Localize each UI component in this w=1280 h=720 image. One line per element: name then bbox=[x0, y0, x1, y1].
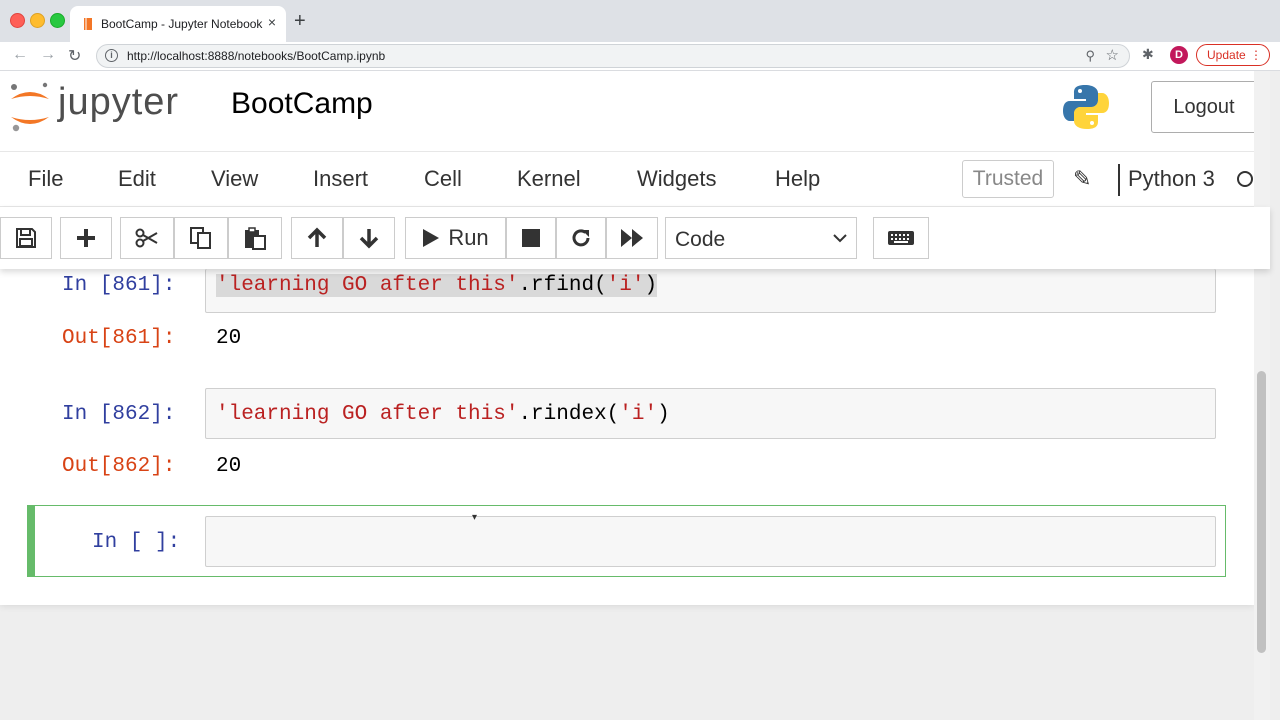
zoom-icon[interactable]: ⚲ bbox=[1085, 48, 1095, 64]
notebook-toolbar: Run Code bbox=[0, 207, 1270, 269]
play-icon bbox=[423, 229, 440, 247]
in-prompt: In [ ]: bbox=[92, 531, 181, 554]
logout-button[interactable]: Logout bbox=[1151, 81, 1257, 133]
menu-cell[interactable]: Cell bbox=[424, 166, 462, 192]
kernel-divider bbox=[1118, 164, 1120, 196]
menubar: File Edit View Insert Cell Kernel Widget… bbox=[0, 151, 1270, 207]
menu-view[interactable]: View bbox=[211, 166, 258, 192]
tab-close-icon[interactable]: × bbox=[268, 14, 276, 30]
move-down-button[interactable] bbox=[343, 217, 395, 259]
save-icon bbox=[16, 228, 36, 248]
forward-arrow-icon[interactable]: → bbox=[40, 46, 56, 64]
minimize-window-button[interactable] bbox=[30, 13, 45, 28]
menu-widgets[interactable]: Widgets bbox=[637, 166, 716, 192]
close-window-button[interactable] bbox=[10, 13, 25, 28]
cell-output: 20 bbox=[216, 327, 242, 350]
profile-avatar[interactable]: D bbox=[1170, 46, 1188, 64]
jupyter-logo-text[interactable]: jupyter bbox=[58, 81, 179, 124]
copy-icon bbox=[190, 227, 211, 249]
stop-icon bbox=[522, 229, 540, 247]
code-method: .rindex( bbox=[518, 403, 620, 426]
browser-tab[interactable]: BootCamp - Jupyter Notebook × bbox=[70, 6, 286, 42]
cell-type-select[interactable]: Code bbox=[665, 217, 857, 259]
interrupt-kernel-button[interactable] bbox=[506, 217, 556, 259]
jupyter-header: jupyter BootCamp Logout bbox=[0, 71, 1270, 151]
run-label: Run bbox=[448, 225, 489, 250]
reload-icon[interactable]: ↻ bbox=[68, 46, 81, 66]
tab-title: BootCamp - Jupyter Notebook bbox=[101, 17, 263, 31]
in-prompt: In [861]: bbox=[62, 274, 176, 297]
cut-button[interactable] bbox=[120, 217, 174, 259]
move-up-button[interactable] bbox=[291, 217, 343, 259]
back-arrow-icon[interactable]: ← bbox=[12, 46, 28, 64]
notebook-favicon-icon bbox=[84, 18, 92, 30]
menu-edit[interactable]: Edit bbox=[118, 166, 156, 192]
paste-icon bbox=[245, 227, 266, 250]
new-tab-button[interactable]: + bbox=[294, 10, 306, 32]
plus-icon bbox=[77, 229, 95, 247]
fast-forward-icon bbox=[621, 229, 643, 247]
out-prompt: Out[861]: bbox=[62, 327, 176, 350]
more-options-icon: ⋮ bbox=[1250, 48, 1262, 62]
code-arg: 'i' bbox=[619, 403, 658, 426]
restart-run-all-button[interactable] bbox=[606, 217, 658, 259]
insert-cell-button[interactable] bbox=[60, 217, 112, 259]
edit-pencil-icon[interactable]: ✎ bbox=[1073, 166, 1091, 192]
scrollbar-thumb[interactable] bbox=[1257, 371, 1266, 653]
trusted-indicator[interactable]: Trusted bbox=[962, 160, 1054, 198]
notebook-name[interactable]: BootCamp bbox=[231, 87, 373, 121]
in-prompt: In [862]: bbox=[62, 403, 176, 426]
code-string: 'learning GO after this' bbox=[216, 403, 519, 426]
code-input-empty[interactable] bbox=[205, 516, 1216, 567]
notebook-container: In [861]: 'learning GO after this'.rfind… bbox=[0, 269, 1254, 605]
page-scrollbar[interactable] bbox=[1254, 71, 1270, 720]
code-line[interactable]: 'learning GO after this'.rindex('i') bbox=[216, 403, 670, 426]
cell-type-value: Code bbox=[675, 228, 726, 251]
kernel-idle-indicator-icon bbox=[1237, 171, 1253, 187]
restart-kernel-button[interactable] bbox=[556, 217, 606, 259]
code-input[interactable]: 'learning GO after this'.rindex('i') bbox=[205, 388, 1216, 439]
code-line[interactable]: 'learning GO after this'.rfind('i') bbox=[216, 274, 658, 297]
url-text[interactable]: http://localhost:8888/notebooks/BootCamp… bbox=[127, 49, 385, 63]
keyboard-icon bbox=[888, 231, 914, 245]
paste-button[interactable] bbox=[228, 217, 282, 259]
restart-icon bbox=[572, 229, 590, 247]
python-logo-icon bbox=[1063, 85, 1109, 129]
menu-insert[interactable]: Insert bbox=[313, 166, 368, 192]
code-method: .rfind( bbox=[518, 274, 607, 297]
bookmark-star-icon[interactable]: ☆ bbox=[1106, 46, 1119, 64]
browser-toolbar: ← → ↻ i http://localhost:8888/notebooks/… bbox=[0, 42, 1280, 71]
out-prompt: Out[862]: bbox=[62, 455, 176, 478]
address-bar[interactable]: i http://localhost:8888/notebooks/BootCa… bbox=[96, 44, 1130, 68]
run-button[interactable]: Run bbox=[405, 217, 506, 259]
copy-button[interactable] bbox=[174, 217, 228, 259]
arrow-up-icon bbox=[307, 227, 327, 247]
maximize-window-button[interactable] bbox=[50, 13, 65, 28]
command-palette-button[interactable] bbox=[873, 217, 929, 259]
code-string: 'learning GO after this' bbox=[216, 274, 519, 297]
code-arg: 'i' bbox=[606, 274, 645, 297]
site-info-icon[interactable]: i bbox=[105, 49, 118, 62]
mouse-cursor-icon: ▾ bbox=[472, 512, 478, 523]
code-close: ) bbox=[644, 274, 658, 297]
menu-kernel[interactable]: Kernel bbox=[517, 166, 581, 192]
menu-file[interactable]: File bbox=[28, 166, 63, 192]
arrow-down-icon bbox=[359, 229, 379, 249]
menu-help[interactable]: Help bbox=[775, 166, 820, 192]
chevron-down-icon bbox=[833, 234, 847, 243]
jupyter-logo-icon[interactable] bbox=[8, 81, 52, 133]
cell-output: 20 bbox=[216, 455, 242, 478]
update-button[interactable]: Update ⋮ bbox=[1196, 44, 1270, 66]
code-close: ) bbox=[657, 403, 670, 426]
scissors-icon bbox=[135, 228, 158, 248]
kernel-name[interactable]: Python 3 bbox=[1128, 166, 1215, 192]
save-button[interactable] bbox=[0, 217, 52, 259]
browser-titlebar: BootCamp - Jupyter Notebook × + bbox=[0, 0, 1280, 42]
code-input[interactable]: 'learning GO after this'.rfind('i') bbox=[205, 269, 1216, 313]
extensions-icon[interactable]: ✱ bbox=[1142, 46, 1154, 63]
update-label: Update bbox=[1207, 48, 1246, 62]
